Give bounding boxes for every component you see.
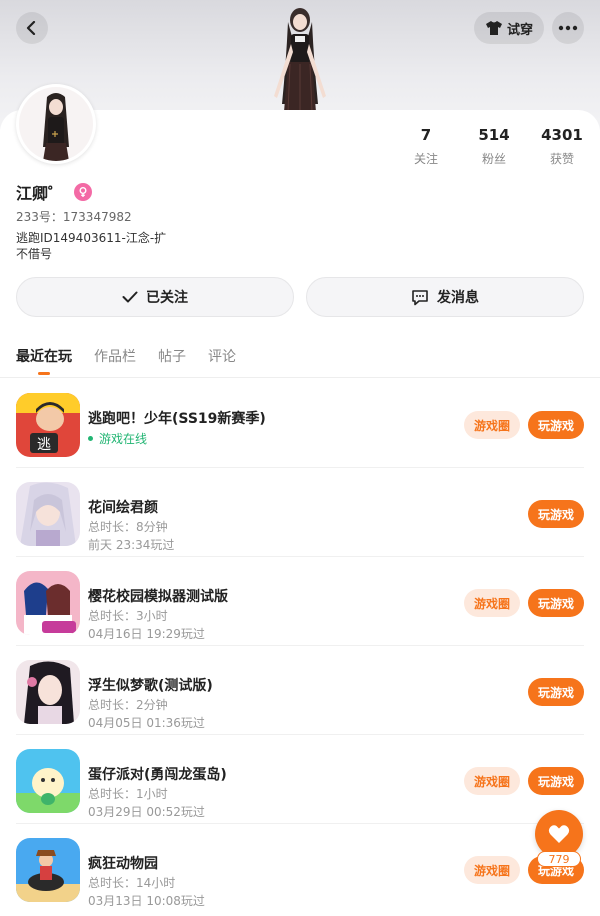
- svg-text:逃: 逃: [37, 437, 51, 453]
- stat-value: 7: [420, 126, 432, 144]
- try-on-label: 试穿: [506, 22, 533, 38]
- game-name: 花间绘君颜: [88, 500, 158, 516]
- game-row[interactable]: 樱花校园模拟器测试版 总时长：3小时 04月16日 19:29玩过 游戏圈 玩游…: [0, 558, 600, 646]
- play-duration: 总时长：14小时: [88, 876, 176, 890]
- game-row[interactable]: 疯狂动物园 总时长：14小时 03月13日 10:08玩过 游戏圈 玩游戏: [0, 825, 600, 913]
- play-game-button[interactable]: 玩游戏: [528, 411, 584, 439]
- play-game-button[interactable]: 玩游戏: [528, 678, 584, 706]
- game-icon: 逃: [16, 393, 80, 457]
- following-button[interactable]: 已关注: [16, 277, 294, 317]
- stat-label: 获赞: [549, 152, 574, 166]
- game-icon: [16, 482, 80, 546]
- stat-label: 关注: [413, 152, 438, 166]
- game-icon: [16, 571, 80, 635]
- play-game-button[interactable]: 玩游戏: [528, 589, 584, 617]
- last-played: 04月05日 01:36玩过: [88, 716, 205, 730]
- avatar-image: [19, 87, 93, 161]
- game-circle-button[interactable]: 游戏圈: [464, 767, 520, 795]
- stat-followers[interactable]: 514 粉丝: [464, 126, 524, 167]
- stat-likes[interactable]: 4301 获赞: [532, 126, 592, 167]
- play-game-button[interactable]: 玩游戏: [528, 767, 584, 795]
- bio: 逃跑ID149403611-江念-扩 不借号: [16, 230, 216, 262]
- user-id: 233号：173347982: [16, 210, 132, 224]
- stat-value: 514: [478, 126, 510, 144]
- game-name: 逃跑吧！少年(SS19新赛季): [88, 411, 266, 427]
- game-circle-button[interactable]: 游戏圈: [464, 411, 520, 439]
- tab-works[interactable]: 作品栏: [94, 346, 136, 366]
- game-icon: [16, 660, 80, 724]
- row-divider: [16, 467, 584, 468]
- last-played: 04月16日 19:29玩过: [88, 627, 205, 641]
- play-duration: 总时长：3小时: [88, 609, 168, 623]
- profile-tabs: 最近在玩 作品栏 帖子 评论: [16, 346, 236, 375]
- last-played: 前天 23:34玩过: [88, 538, 175, 552]
- game-circle-button[interactable]: 游戏圈: [464, 589, 520, 617]
- character-figure-image: [274, 8, 326, 113]
- game-row[interactable]: 花间绘君颜 总时长：8分钟 前天 23:34玩过 玩游戏: [0, 469, 600, 557]
- play-duration: 总时长：2分钟: [88, 698, 168, 712]
- username: 江卿゜: [16, 184, 65, 203]
- game-row[interactable]: 逃 逃跑吧！少年(SS19新赛季) 游戏在线 游戏圈 玩游戏: [0, 380, 600, 468]
- like-count: 779: [537, 851, 581, 867]
- bio-line: 不借号: [16, 247, 53, 261]
- game-icon: [16, 749, 80, 813]
- chevron-left-icon: [26, 21, 36, 35]
- row-divider: [16, 645, 584, 646]
- play-game-button[interactable]: 玩游戏: [528, 500, 584, 528]
- send-message-label: 发消息: [437, 290, 479, 306]
- send-message-button[interactable]: 发消息: [306, 277, 584, 317]
- online-dot-icon: [88, 436, 93, 441]
- checkmark-icon: [122, 291, 138, 303]
- stat-label: 粉丝: [481, 152, 506, 166]
- last-played: 03月29日 00:52玩过: [88, 805, 205, 819]
- tab-comments[interactable]: 评论: [208, 346, 236, 366]
- following-label: 已关注: [146, 290, 188, 306]
- tab-recently-played[interactable]: 最近在玩: [16, 346, 72, 375]
- stat-following[interactable]: 7 关注: [396, 126, 456, 167]
- row-divider: [16, 734, 584, 735]
- game-name: 蛋仔派对(勇闯龙蛋岛): [88, 767, 227, 783]
- avatar[interactable]: [16, 84, 96, 164]
- row-divider: [16, 556, 584, 557]
- last-played: 03月13日 10:08玩过: [88, 894, 205, 908]
- play-duration: 总时长：1小时: [88, 787, 168, 801]
- username-row: 江卿゜: [16, 180, 93, 204]
- more-dots-icon: [558, 25, 578, 31]
- female-gender-icon: [74, 183, 93, 201]
- game-name: 疯狂动物园: [88, 856, 158, 872]
- online-status-label: 游戏在线: [99, 432, 148, 446]
- play-duration: 总时长：8分钟: [88, 520, 168, 534]
- try-on-button[interactable]: 试穿: [474, 12, 544, 44]
- game-row[interactable]: 蛋仔派对(勇闯龙蛋岛) 总时长：1小时 03月29日 00:52玩过 游戏圈 玩…: [0, 736, 600, 824]
- stat-value: 4301: [541, 126, 583, 144]
- tab-posts[interactable]: 帖子: [158, 346, 186, 366]
- shirt-icon: [485, 21, 502, 35]
- game-name: 樱花校园模拟器测试版: [88, 589, 228, 605]
- divider: [0, 377, 600, 378]
- online-status: 游戏在线: [88, 430, 147, 447]
- more-options-button[interactable]: [552, 12, 584, 44]
- game-row[interactable]: 浮生似梦歌(测试版) 总时长：2分钟 04月05日 01:36玩过 玩游戏: [0, 647, 600, 735]
- message-bubble-icon: [412, 289, 428, 305]
- row-divider: [16, 823, 584, 824]
- back-button[interactable]: [16, 12, 48, 44]
- bio-line: 逃跑ID149403611-江念-扩: [16, 231, 167, 245]
- heart-icon: [548, 825, 570, 843]
- game-icon: [16, 838, 80, 902]
- game-name: 浮生似梦歌(测试版): [88, 678, 213, 694]
- game-circle-button[interactable]: 游戏圈: [464, 856, 520, 884]
